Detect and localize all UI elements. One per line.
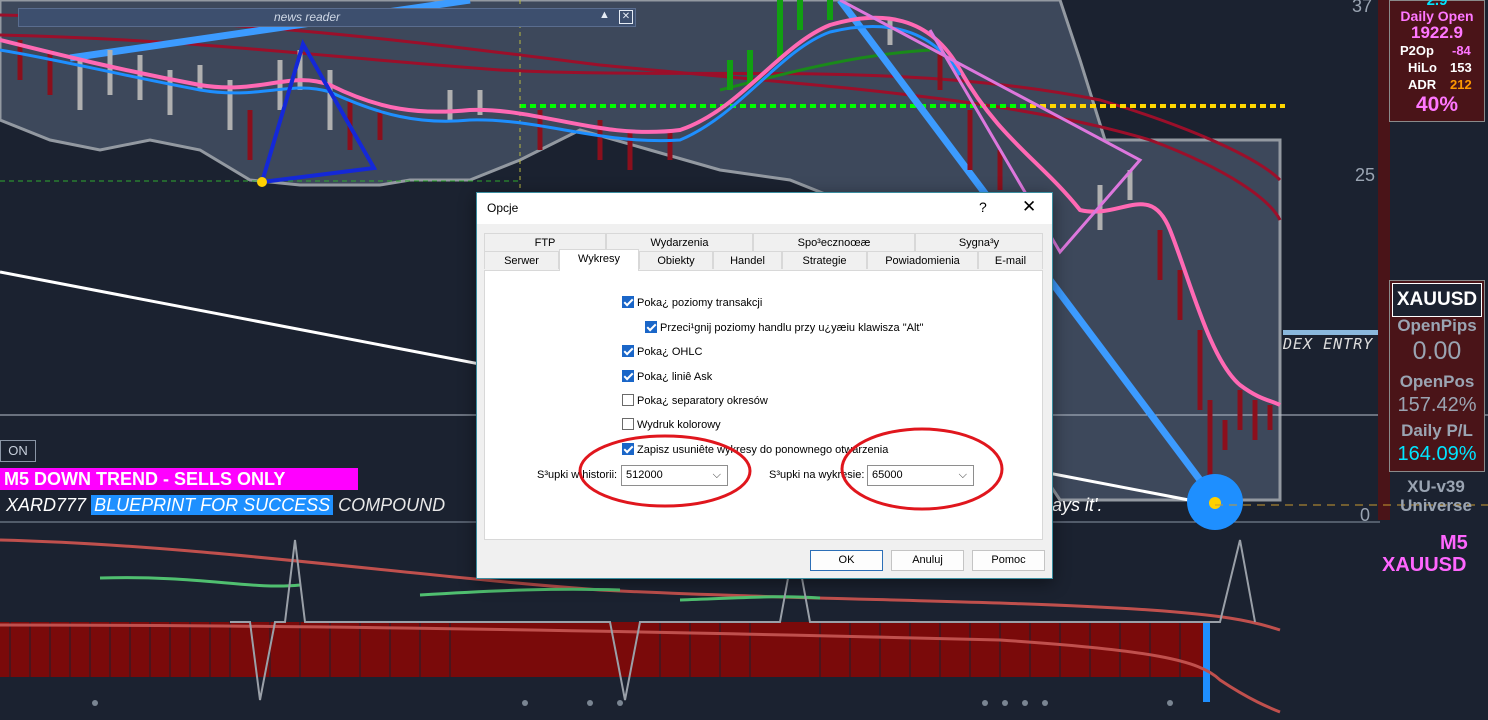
news-reader-title: news reader (273, 10, 341, 24)
on-toggle-button[interactable]: ON (0, 440, 36, 462)
hilo-label: HiLo (1408, 60, 1437, 75)
slogan-text: XARD777 BLUEPRINT FOR SUCCESS COMPOUND (0, 494, 445, 516)
daily-open-panel: 2.9 Daily Open 1922.9 P2Op -84 HiLo 153 … (1389, 0, 1485, 122)
hilo-value: 153 (1450, 60, 1472, 75)
slogan-suffix: COMPOUND (338, 495, 446, 515)
open-pips-value: 0.00 (1412, 337, 1462, 365)
axis-tick-bottom: 0 (1360, 505, 1371, 525)
cancel-button[interactable]: Anuluj (891, 550, 964, 571)
daily-pl-label: Daily P/L (1401, 421, 1473, 440)
help-button[interactable]: Pomoc (972, 550, 1045, 571)
annotation-circle-chart-bars (840, 427, 1004, 511)
universe-label: Universe (1400, 496, 1472, 515)
axis-tick-mid: 25 (1355, 165, 1376, 185)
adr-label: ADR (1408, 77, 1437, 92)
close-icon[interactable]: ✕ (619, 10, 633, 24)
adr-value: 212 (1450, 77, 1472, 92)
annotation-circle-history (578, 434, 752, 508)
axis-tick-top: 37 (1352, 0, 1373, 16)
dex-entry-label: DEX ENTRY (1283, 335, 1374, 353)
timeframe-label: M5 (1440, 532, 1468, 554)
symbol-bottom-label: XAUUSD (1382, 554, 1467, 576)
ok-button[interactable]: OK (810, 550, 883, 571)
p2op-value: -84 (1452, 43, 1471, 58)
p2op-label: P2Op (1400, 43, 1434, 58)
open-pips-label: OpenPips (1397, 316, 1477, 335)
adr-percent: 40% (1415, 93, 1459, 116)
trend-banner: M5 DOWN TREND - SELLS ONLY (0, 468, 358, 490)
version-label: XU-v39 (1407, 477, 1465, 496)
slogan-prefix: XARD777 (6, 495, 87, 515)
symbol-panel: XAUUSD OpenPips 0.00 OpenPos 157.42% Dai… (1389, 280, 1485, 472)
daily-pl-value: 164.09% (1397, 443, 1477, 465)
slogan-end: ays it'. (1052, 495, 1103, 515)
slogan-highlight: BLUEPRINT FOR SUCCESS (91, 495, 334, 515)
daily-open-value: 1922.9 (1411, 23, 1463, 42)
symbol-name: XAUUSD (1392, 283, 1482, 317)
options-dialog[interactable]: Opcje ? ✕ FTP Wydarzenia Spo³ecznoœæ Syg… (476, 192, 1053, 579)
triangle-up-icon[interactable]: ▲ (599, 9, 610, 21)
daily-open-label: Daily Open (1400, 8, 1474, 24)
open-pos-label: OpenPos (1399, 372, 1475, 391)
news-reader-bar[interactable]: news reader ▲ ✕ (18, 8, 636, 27)
open-pos-value: 157.42% (1397, 394, 1477, 416)
tab-wykresy[interactable]: Wykresy (559, 249, 639, 271)
